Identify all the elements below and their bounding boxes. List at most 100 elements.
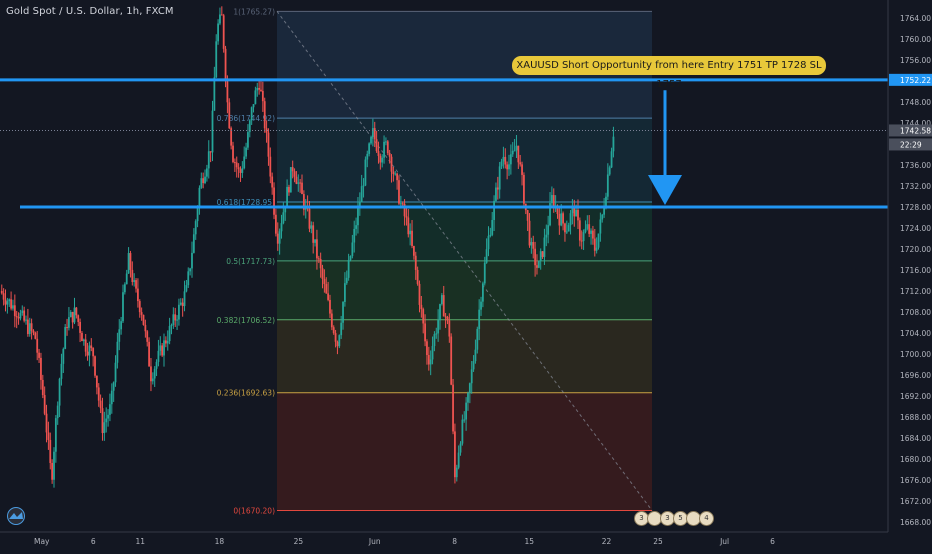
candle-body [58, 378, 61, 406]
candle-body [509, 154, 512, 165]
candle-body [386, 141, 389, 154]
candle-body [172, 314, 175, 326]
chart[interactable]: 1(1765.27) 0.786(1744.92) 0.618(1728.95) 0.… [0, 0, 932, 550]
candle-body [99, 400, 102, 409]
candle-body [470, 369, 473, 384]
candle-body [200, 178, 203, 188]
candle-body [463, 419, 466, 421]
price-axis[interactable]: 1764.001760.001756.001752.001748.001744.… [887, 0, 932, 550]
candle-body [269, 156, 272, 177]
event-marker[interactable]: 4 [699, 511, 714, 526]
candle-body [235, 162, 238, 168]
candle-body [580, 240, 583, 242]
candle-body [25, 319, 27, 321]
candle-body [36, 338, 39, 353]
price-tick-label: 1684.00 [900, 434, 931, 443]
candle-body [399, 203, 402, 205]
candle-body [26, 319, 29, 335]
candle-body [146, 331, 149, 342]
candle-body [133, 280, 136, 282]
candle-body [291, 167, 294, 172]
candle-body [103, 422, 106, 434]
candle-body [523, 174, 525, 204]
candle-body [135, 280, 137, 289]
candle-body [360, 186, 363, 203]
candle-body [409, 230, 412, 235]
candle-body [159, 345, 162, 351]
candle-body [120, 321, 123, 330]
candle-body [590, 230, 592, 234]
candle-body [308, 208, 311, 229]
candle-body [414, 255, 417, 270]
candle-body [17, 317, 20, 319]
candle-body [47, 432, 50, 440]
candle-body [483, 262, 486, 284]
candle-body [543, 237, 546, 257]
candle-body [38, 352, 40, 358]
candle-body [558, 214, 561, 226]
time-tick-label: Jul [719, 537, 729, 546]
candle-body [610, 151, 613, 168]
candle-body [411, 230, 413, 247]
candle-body [69, 312, 72, 318]
candle-body [187, 271, 190, 286]
candle-body [310, 225, 313, 229]
candle-body [325, 284, 328, 294]
candle-body [282, 212, 285, 224]
price-chart-svg[interactable]: 1(1765.27)0.786(1744.92)0.618(1728.95)0.… [0, 0, 932, 550]
candle-body [10, 299, 12, 309]
candle-body [204, 176, 206, 183]
candle-body [239, 169, 242, 173]
candle-body [316, 239, 318, 259]
candle-body [340, 322, 343, 336]
candle-body [612, 136, 615, 152]
candle-body [597, 233, 600, 248]
candle-body [418, 283, 421, 305]
candle-body [396, 173, 399, 181]
candle-body [95, 375, 98, 388]
candle-body [500, 161, 503, 167]
candle-body [53, 451, 55, 480]
candle-body [476, 328, 479, 350]
candle-body [267, 132, 270, 157]
candle-body [185, 285, 188, 292]
candle-body [220, 14, 223, 16]
candle-body [228, 102, 231, 129]
candle-body [442, 295, 445, 317]
tradingview-logo-icon[interactable] [5, 507, 27, 525]
candle-body [161, 345, 164, 356]
candle-body [355, 225, 357, 229]
time-axis[interactable]: May 6 11 18 25 Jun 8 15 22 25 Jul 6 [0, 531, 888, 550]
candle-body [329, 299, 331, 314]
candle-body [528, 220, 531, 246]
candle-body [532, 242, 535, 249]
candle-body [560, 213, 563, 226]
candle-body [73, 307, 76, 323]
down-arrow [648, 90, 682, 205]
candle-body [30, 323, 33, 331]
candle-body [312, 225, 315, 243]
time-axis-bg [0, 532, 888, 550]
candle-body [541, 251, 544, 257]
candle-body [550, 195, 553, 204]
price-tick-label: 1756.00 [900, 56, 931, 65]
candle-body [420, 304, 423, 310]
annotation-callout[interactable]: XAUUSD Short Opportunity from here Entry… [512, 56, 826, 90]
candle-body [487, 235, 490, 250]
candle-body [288, 186, 290, 193]
fib-level-label: 0.5(1717.73) [226, 257, 275, 266]
candle-body [261, 90, 264, 102]
candle-body [84, 339, 87, 352]
candle-body [263, 101, 266, 129]
candle-body [592, 230, 594, 239]
candle-body [153, 368, 156, 379]
candle-body [368, 143, 371, 154]
candle-body [608, 167, 611, 175]
price-tick-label: 1724.00 [900, 224, 931, 233]
candle-body [349, 256, 352, 260]
candle-body [202, 178, 205, 183]
candle-body [588, 224, 591, 234]
candle-body [276, 233, 279, 244]
candle-body [79, 321, 81, 333]
candle-body [174, 314, 177, 321]
